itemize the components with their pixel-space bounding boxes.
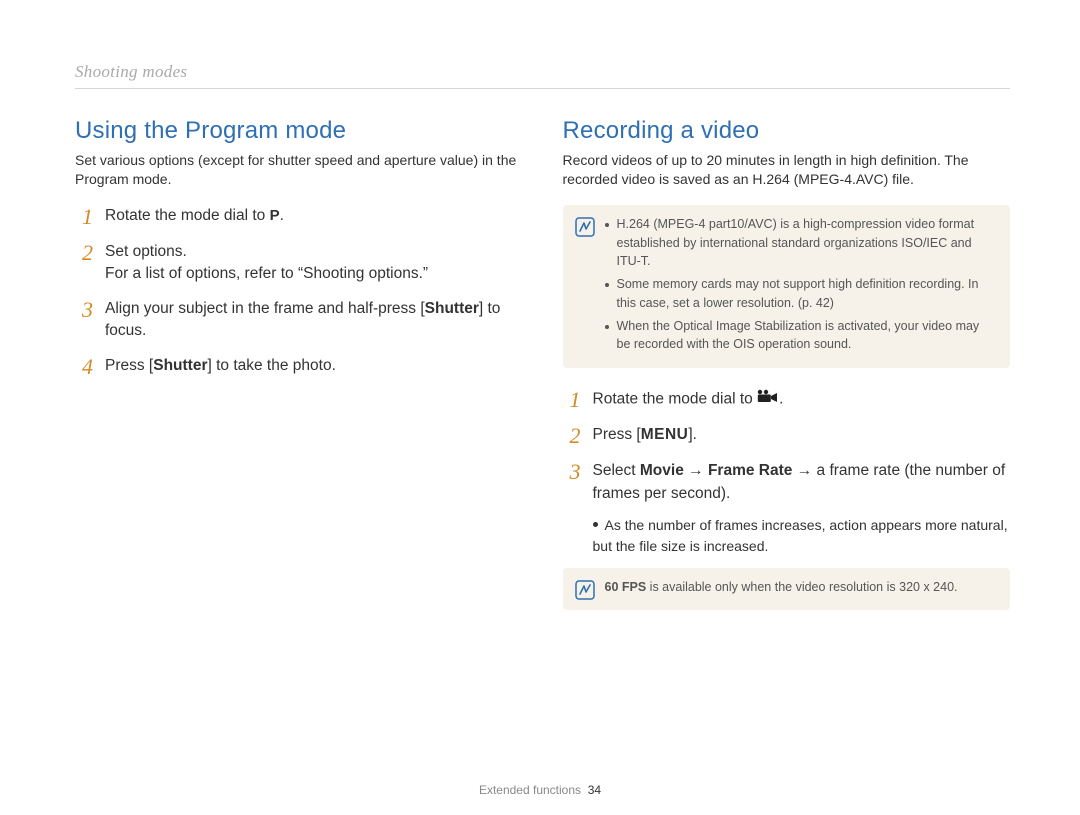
step-text: Rotate the mode dial to P. [105,205,284,229]
step-text: Set options. For a list of options, refe… [105,241,428,286]
step-number: 1 [75,205,93,229]
text-fragment: As the number of frames increases, actio… [593,517,1008,553]
text-fragment: ] to take the photo. [207,357,335,374]
note-icon [575,580,595,600]
text-fragment: is available only when the video resolut… [646,580,957,594]
note-icon [575,217,595,237]
step-number: 3 [75,298,93,343]
text-fragment: Set options. [105,243,187,260]
intro-program-mode: Set various options (except for shutter … [75,151,523,189]
step-number: 2 [75,241,93,286]
text-fragment: Align your subject in the frame and half… [105,300,425,317]
note-box-2: 60 FPS is available only when the video … [563,568,1011,610]
step-1: 1 Rotate the mode dial to P. [75,205,523,229]
step-number: 1 [563,388,581,412]
text-fragment: Press [ [105,357,153,374]
step-3: 3 Select Movie → Frame Rate → a frame ra… [563,460,1011,556]
step-1: 1 Rotate the mode dial to . [563,388,1011,412]
text-fragment: Rotate the mode dial to [105,207,270,224]
mode-dial-movie-icon [757,388,779,410]
shutter-label: Shutter [425,300,479,317]
note-item: Some memory cards may not support high d… [605,275,997,313]
page-footer: Extended functions 34 [0,783,1080,797]
heading-program-mode: Using the Program mode [75,117,523,145]
note-list: H.264 (MPEG-4 part10/AVC) is a high-comp… [605,215,997,358]
text-fragment: ]. [688,426,697,443]
note-item: H.264 (MPEG-4 part10/AVC) is a high-comp… [605,215,997,271]
step-text: Align your subject in the frame and half… [105,298,523,343]
step-number: 3 [563,460,581,556]
page-number: 34 [588,783,601,797]
step-text: Press [MENU]. [593,424,698,448]
note-box-1: H.264 (MPEG-4 part10/AVC) is a high-comp… [563,205,1011,368]
note-text: 60 FPS is available only when the video … [605,578,958,600]
menu-button-label: MENU [641,426,689,443]
step-number: 4 [75,355,93,379]
mode-dial-p-icon: P [270,207,280,224]
step-2: 2 Press [MENU]. [563,424,1011,448]
step-number: 2 [563,424,581,448]
arrow-icon: → [684,462,708,479]
breadcrumb: Shooting modes [75,62,1010,89]
step-4: 4 Press [Shutter] to take the photo. [75,355,523,379]
step-text: Rotate the mode dial to . [593,388,784,412]
heading-recording-video: Recording a video [563,117,1011,145]
fps-label: 60 FPS [605,580,647,594]
arrow-icon: → [792,462,816,479]
step-bullet: As the number of frames increases, actio… [593,515,1011,556]
column-right: Recording a video Record videos of up to… [563,117,1011,630]
step-3: 3 Align your subject in the frame and ha… [75,298,523,343]
text-fragment: Select [593,462,640,479]
column-left: Using the Program mode Set various optio… [75,117,523,630]
step-text: Select Movie → Frame Rate → a frame rate… [593,460,1011,556]
steps-recording-video: 1 Rotate the mode dial to . 2 Press [MEN… [563,388,1011,556]
steps-program-mode: 1 Rotate the mode dial to P. 2 Set optio… [75,205,523,379]
text-fragment: . [779,390,783,407]
footer-section-label: Extended functions [479,783,581,797]
step-text: Press [Shutter] to take the photo. [105,355,336,379]
text-fragment: For a list of options, refer to “Shootin… [105,265,428,282]
intro-recording-video: Record videos of up to 20 minutes in len… [563,151,1011,189]
note-item: When the Optical Image Stabilization is … [605,317,997,355]
text-fragment: Rotate the mode dial to [593,390,758,407]
frame-rate-label: Frame Rate [708,462,792,479]
step-2: 2 Set options. For a list of options, re… [75,241,523,286]
bullet-icon [593,522,598,527]
text-fragment: Press [ [593,426,641,443]
two-column-layout: Using the Program mode Set various optio… [75,117,1010,630]
text-fragment: . [280,207,284,224]
movie-label: Movie [640,462,684,479]
shutter-label: Shutter [153,357,207,374]
manual-page: Shooting modes Using the Program mode Se… [0,0,1080,815]
